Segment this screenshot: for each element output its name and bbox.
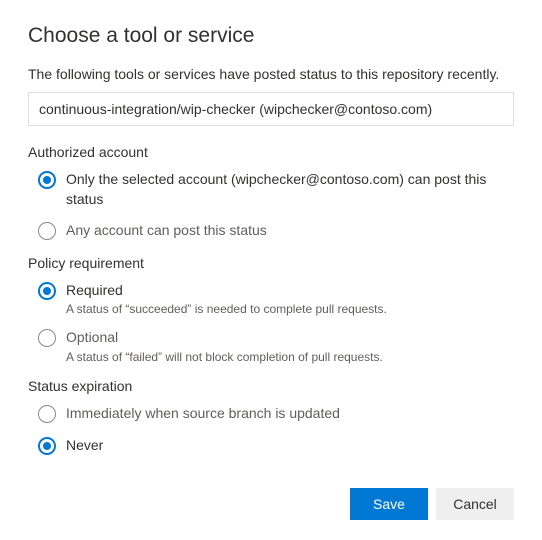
save-button[interactable]: Save	[350, 488, 428, 520]
radio-icon	[38, 282, 56, 300]
radio-label: Required	[66, 281, 387, 301]
policy-requirement-label: Policy requirement	[28, 255, 514, 271]
status-expiration-label: Status expiration	[28, 378, 514, 394]
dialog-subtitle: The following tools or services have pos…	[28, 66, 514, 82]
radio-never[interactable]: Never	[38, 436, 514, 456]
radio-label: Immediately when source branch is update…	[66, 404, 340, 424]
radio-required[interactable]: Required A status of “succeeded” is need…	[38, 281, 514, 317]
dropdown-selected-value: continuous-integration/wip-checker (wipc…	[39, 101, 432, 117]
radio-icon	[38, 329, 56, 347]
radio-any-account[interactable]: Any account can post this status	[38, 221, 514, 241]
radio-icon	[38, 222, 56, 240]
radio-icon	[38, 405, 56, 423]
radio-label: Any account can post this status	[66, 221, 267, 241]
tool-service-dropdown[interactable]: continuous-integration/wip-checker (wipc…	[28, 92, 514, 126]
radio-icon	[38, 171, 56, 189]
dialog-title: Choose a tool or service	[28, 24, 514, 48]
radio-label: Optional	[66, 328, 383, 348]
radio-label: Only the selected account (wipchecker@co…	[66, 170, 514, 209]
radio-description: A status of “succeeded” is needed to com…	[66, 302, 387, 316]
cancel-button[interactable]: Cancel	[436, 488, 514, 520]
authorized-account-label: Authorized account	[28, 144, 514, 160]
radio-label: Never	[66, 436, 103, 456]
radio-immediately[interactable]: Immediately when source branch is update…	[38, 404, 514, 424]
radio-description: A status of “failed” will not block comp…	[66, 350, 383, 364]
radio-optional[interactable]: Optional A status of “failed” will not b…	[38, 328, 514, 364]
radio-icon	[38, 437, 56, 455]
radio-only-selected-account[interactable]: Only the selected account (wipchecker@co…	[38, 170, 514, 209]
